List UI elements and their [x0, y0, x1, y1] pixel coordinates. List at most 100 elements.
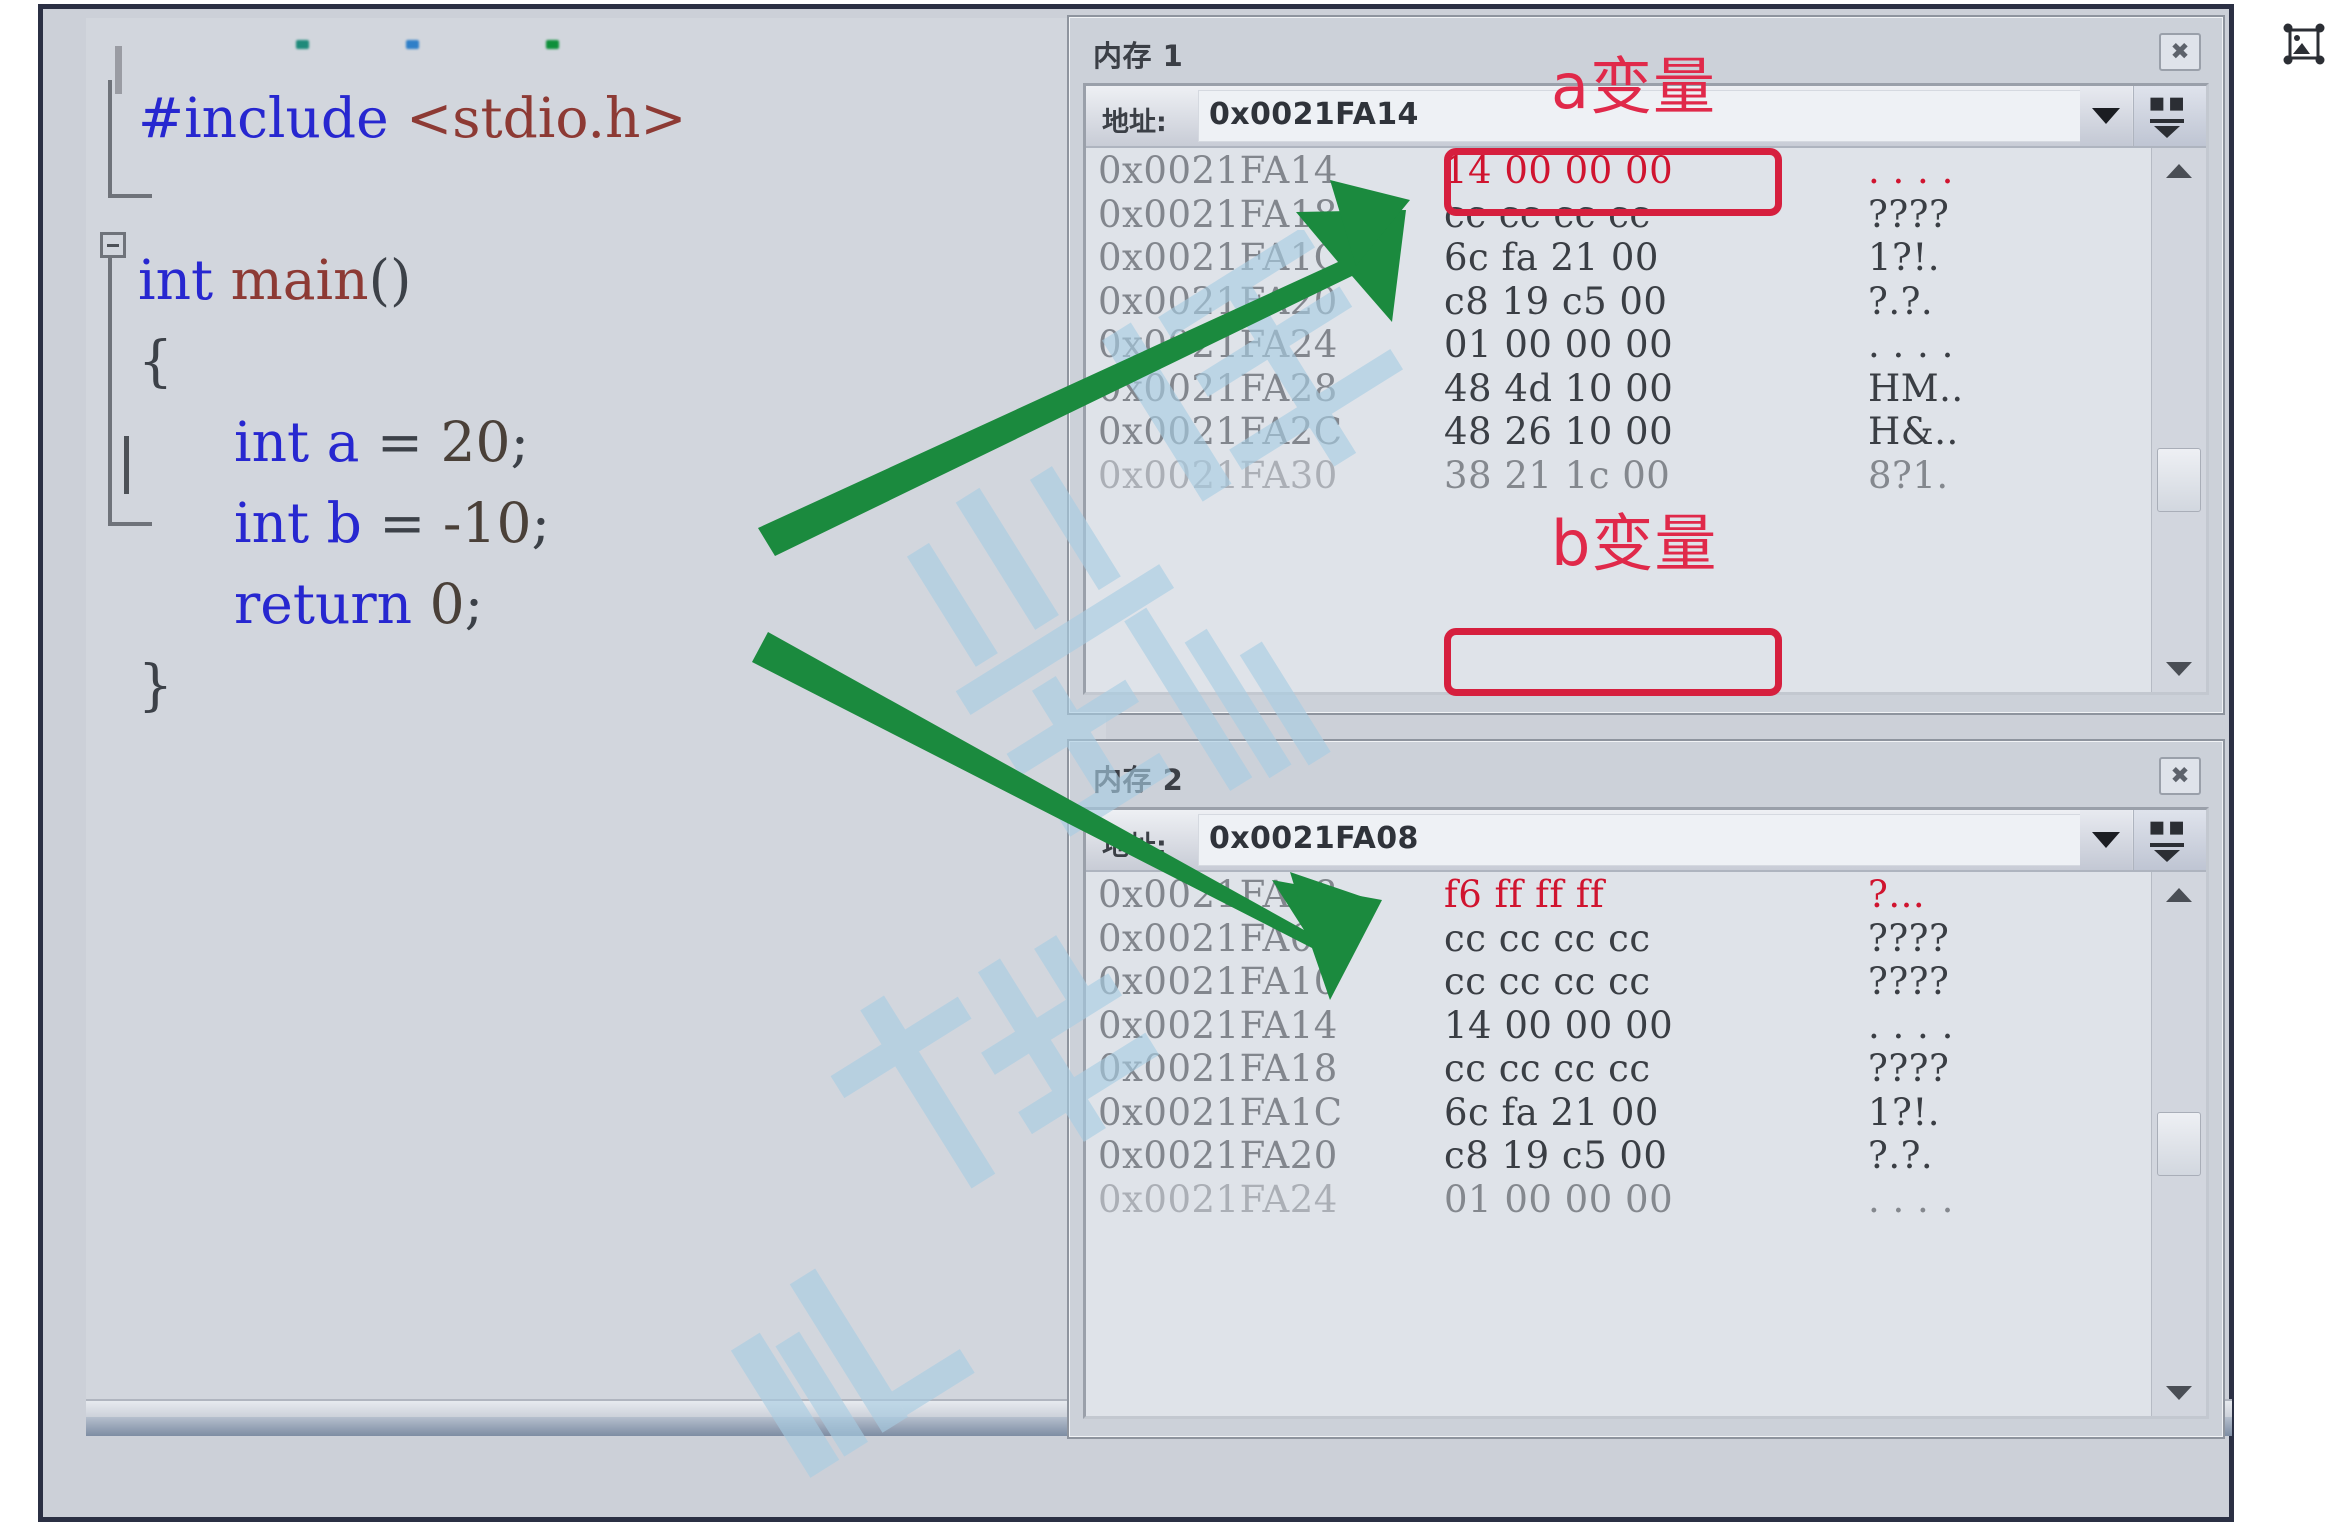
memory-row-address: 0x0021FA08: [1098, 873, 1338, 916]
memory-row-bytes: cc cc cc cc: [1444, 916, 1651, 960]
code-token: main: [230, 248, 369, 312]
memory-row-address: 0x0021FA28: [1098, 366, 1338, 410]
code-line: {: [138, 321, 687, 402]
memory-row-bytes: 14 00 00 00: [1444, 1003, 1674, 1047]
scroll-up-icon-2[interactable]: [2152, 872, 2206, 918]
memory-row-ascii: ?.?.: [1868, 1134, 1934, 1177]
code-token: #include: [138, 86, 407, 150]
ide-window: #include <stdio.h> int main() {int a = 20…: [38, 4, 2234, 1522]
scroll-thumb-2[interactable]: [2157, 1112, 2201, 1176]
memory-row-ascii: ????: [1868, 192, 1950, 236]
memory-row[interactable]: 0x0021FA20 c8 19 c5 00?.?.: [1086, 279, 2152, 323]
overflow-chevron-2: [2150, 843, 2184, 862]
memory-row[interactable]: 0x0021FA10 cc cc cc cc????: [1086, 959, 2152, 1003]
memory-row[interactable]: 0x0021FA14 14 00 00 00 . . . .: [1086, 1003, 2152, 1047]
scroll-down-icon-2[interactable]: [2152, 1370, 2206, 1416]
scroll-thumb-1[interactable]: [2157, 448, 2201, 512]
memory-row-address: 0x0021FA18: [1098, 192, 1338, 236]
memory-window-2-close-icon[interactable]: ✖: [2159, 757, 2201, 795]
change-marker: [406, 40, 419, 49]
memory-row-address: 0x0021FA24: [1098, 323, 1338, 366]
memory-row-address: 0x0021FA1C: [1098, 236, 1343, 279]
toolbar-overflow-icon-1[interactable]: ▪▪: [2133, 86, 2206, 146]
memory-row-address: 0x0021FA14: [1098, 1003, 1338, 1047]
memory-row-bytes: 6c fa 21 00: [1444, 1090, 1659, 1134]
scroll-up-icon-1[interactable]: [2152, 148, 2206, 194]
chevron-down-icon-2[interactable]: [2080, 810, 2132, 870]
memory-scrollbar-2[interactable]: [2151, 872, 2206, 1416]
toolbar-overflow-icon-2[interactable]: ▪▪: [2133, 810, 2206, 870]
memory-view-1[interactable]: 地址: 0x0021FA14 ▪▪ 0x0021FA14 14 00 00 00 .…: [1083, 83, 2209, 695]
memory-row-address: 0x0021FA24: [1098, 1177, 1338, 1221]
overflow-dots-1: ▪▪: [2148, 88, 2188, 118]
memory-row-bytes: 48 4d 10 00: [1444, 366, 1674, 410]
fold-toggle-main[interactable]: [100, 232, 126, 258]
overflow-dots-2: ▪▪: [2148, 812, 2188, 842]
code-token: ;: [531, 491, 550, 555]
memory-hex-rows-1[interactable]: 0x0021FA14 14 00 00 00 . . . . 0x0021FA18 cc…: [1086, 148, 2152, 692]
memory-row-ascii: . . . .: [1868, 149, 1954, 192]
source-code[interactable]: #include <stdio.h> int main() {int a = 20…: [138, 78, 687, 726]
code-token: return: [234, 572, 430, 636]
memory-row-bytes: 38 21 1c 00: [1444, 453, 1671, 497]
memory-row-ascii: ?...: [1868, 873, 1926, 916]
scroll-down-icon-1[interactable]: [2152, 646, 2206, 692]
memory-row[interactable]: 0x0021FA18 cc cc cc cc????: [1086, 1046, 2152, 1090]
memory-row-address: 0x0021FA14: [1098, 149, 1338, 192]
memory-row-bytes: c8 19 c5 00: [1444, 1134, 1668, 1177]
memory-row-address: 0x0021FA18: [1098, 1047, 1338, 1090]
address-bar-2[interactable]: 地址: 0x0021FA08 ▪▪: [1086, 810, 2206, 872]
memory-window-1-close-icon[interactable]: ✖: [2159, 33, 2201, 71]
memory-row-ascii: 8?1.: [1868, 453, 1949, 497]
memory-row[interactable]: 0x0021FA0C cc cc cc cc????: [1086, 916, 2152, 960]
memory-row[interactable]: 0x0021FA1C 6c fa 21 00 1?!.: [1086, 1090, 2152, 1134]
memory-row-address: 0x0021FA1C: [1098, 1090, 1343, 1134]
memory-row-bytes: 48 26 10 00: [1444, 410, 1674, 453]
code-token: int: [234, 410, 327, 474]
memory-row-ascii: H&..: [1868, 410, 1959, 453]
memory-row-ascii: . . . .: [1868, 323, 1954, 366]
code-token: 20: [440, 410, 511, 474]
memory-row[interactable]: 0x0021FA2C 48 26 10 00 H&..: [1086, 409, 2152, 453]
memory-hex-rows-2[interactable]: 0x0021FA08 f6 ff ff ff?... 0x0021FA0C cc cc…: [1086, 872, 2152, 1416]
memory-row-bytes: 01 00 00 00: [1444, 323, 1674, 366]
memory-row-bytes: f6 ff ff ff: [1444, 873, 1605, 916]
chevron-down-glyph-1: [2092, 108, 2120, 124]
chevron-down-icon-1[interactable]: [2080, 86, 2132, 146]
memory-row-ascii: ????: [1868, 960, 1950, 1003]
memory-row-ascii: ????: [1868, 1047, 1950, 1090]
memory-row-ascii: . . . .: [1868, 1003, 1954, 1047]
memory-row-bytes: cc cc cc cc: [1444, 960, 1651, 1003]
change-marker: [296, 40, 309, 49]
address-input-2[interactable]: 0x0021FA08: [1198, 814, 2088, 866]
code-line: return 0;: [138, 564, 687, 645]
memory-window-2[interactable]: 内存 2 ✖ 地址: 0x0021FA08 ▪▪ 0x0021FA08 f6 ff…: [1067, 739, 2225, 1439]
code-line: #include <stdio.h>: [138, 78, 687, 159]
memory-row[interactable]: 0x0021FA18 cc cc cc cc????: [1086, 192, 2152, 236]
memory-scrollbar-1[interactable]: [2151, 148, 2206, 692]
memory-row[interactable]: 0x0021FA20 c8 19 c5 00?.?.: [1086, 1133, 2152, 1177]
memory-row-address: 0x0021FA30: [1098, 453, 1338, 497]
memory-row[interactable]: 0x0021FA14 14 00 00 00 . . . .: [1086, 148, 2152, 192]
code-token: }: [138, 653, 173, 717]
overflow-chevron-1: [2150, 119, 2184, 138]
code-token: a: [326, 410, 360, 474]
change-marker: [546, 40, 559, 49]
code-token: =: [361, 491, 443, 555]
code-token: <stdio.h>: [406, 86, 687, 150]
code-line: }: [138, 645, 687, 726]
code-editor-pane[interactable]: #include <stdio.h> int main() {int a = 20…: [86, 18, 1106, 1436]
code-token: -10: [442, 491, 532, 555]
memory-row[interactable]: 0x0021FA24 01 00 00 00 . . . .: [1086, 322, 2152, 366]
image-placeholder-icon[interactable]: [2273, 13, 2335, 75]
memory-row[interactable]: 0x0021FA08 f6 ff ff ff?...: [1086, 872, 2152, 916]
memory-row[interactable]: 0x0021FA28 48 4d 10 00 HM..: [1086, 366, 2152, 410]
memory-row[interactable]: 0x0021FA30 38 21 1c 00 8?1.: [1086, 453, 2152, 497]
code-token: 0: [429, 572, 465, 636]
memory-row[interactable]: 0x0021FA24 01 00 00 00 . . . .: [1086, 1177, 2152, 1221]
memory-row[interactable]: 0x0021FA1C 6c fa 21 00 1?!.: [1086, 235, 2152, 279]
memory-view-2[interactable]: 地址: 0x0021FA08 ▪▪ 0x0021FA08 f6 ff ff ff?…: [1083, 807, 2209, 1419]
code-token: ;: [464, 572, 484, 636]
memory-row-bytes: 01 00 00 00: [1444, 1177, 1674, 1221]
